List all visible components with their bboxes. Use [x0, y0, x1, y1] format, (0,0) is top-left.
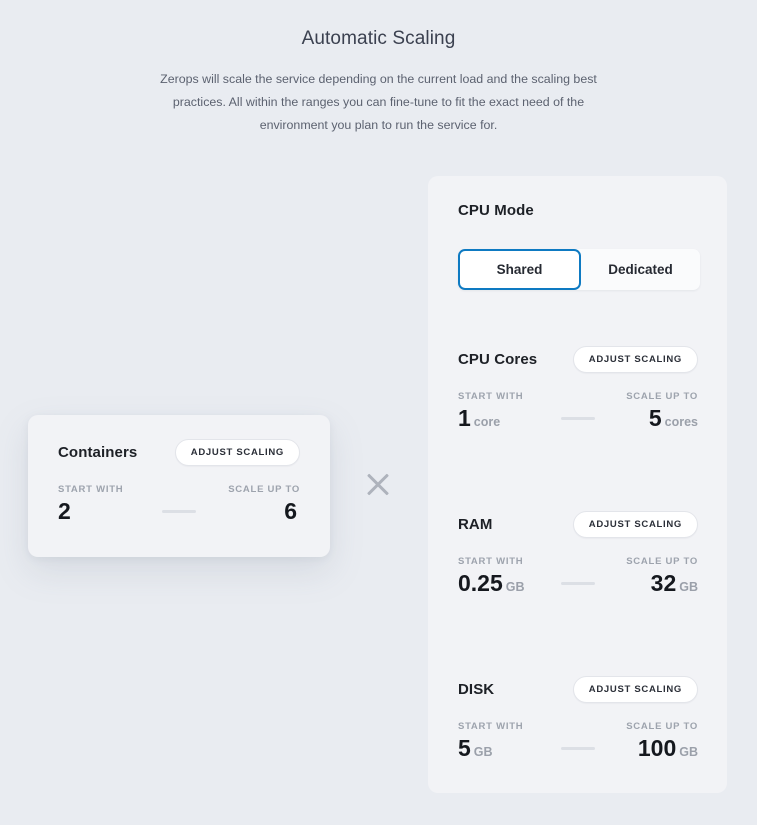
containers-range: START WITH 2 SCALE UP TO 6	[58, 484, 300, 523]
range-start-unit: core	[473, 415, 501, 429]
page-description: Zerops will scale the service depending …	[160, 72, 597, 132]
range-start-value-group: 0.25 GB	[458, 572, 525, 595]
range-end-value: 5	[648, 405, 662, 431]
range-divider	[561, 417, 595, 420]
range-end-label: SCALE UP TO	[228, 484, 300, 495]
range-start-value-group: 2	[58, 500, 123, 523]
range-start-value: 0.25	[458, 570, 503, 596]
adjust-scaling-button-cpu-cores[interactable]: ADJUST SCALING	[572, 345, 698, 373]
range-start-unit: GB	[473, 745, 493, 759]
range-start: START WITH 2	[58, 484, 123, 523]
containers-card: Containers ADJUST SCALING START WITH 2 S…	[28, 415, 330, 557]
range-end-label: SCALE UP TO	[626, 391, 698, 402]
range-end-value-group: 100 GB	[638, 737, 698, 760]
range-end: SCALE UP TO 6	[228, 484, 300, 523]
range-start-value: 2	[58, 498, 71, 524]
range-end-unit: cores	[664, 415, 698, 429]
resource-header: CPU Cores ADJUST SCALING	[458, 344, 698, 374]
adjust-scaling-button-disk[interactable]: ADJUST SCALING	[572, 675, 698, 703]
page-title: Automatic Scaling	[301, 28, 456, 49]
multiply-icon	[362, 468, 394, 500]
range-divider	[561, 747, 595, 750]
range-start-value: 1	[458, 405, 471, 431]
range-end: SCALE UP TO 5 cores	[626, 391, 698, 430]
page-header: Automatic Scaling Zerops will scale the …	[0, 28, 757, 137]
cpu-mode-option-shared[interactable]: Shared	[458, 249, 581, 290]
resource-range: START WITH 0.25 GB SCALE UP TO 32 GB	[458, 556, 698, 595]
cpu-mode-title: CPU Mode	[458, 202, 534, 219]
range-end-value-group: 5 cores	[649, 407, 698, 430]
range-start: START WITH 0.25 GB	[458, 556, 525, 595]
range-start-label: START WITH	[458, 391, 524, 402]
range-divider	[162, 510, 196, 513]
range-end-value: 32	[650, 570, 677, 596]
resource-header: RAM ADJUST SCALING	[458, 509, 698, 539]
range-end-value-group: 6	[284, 500, 300, 523]
range-start-value: 5	[458, 735, 471, 761]
resource-title: DISK	[458, 680, 495, 698]
range-end: SCALE UP TO 32 GB	[626, 556, 698, 595]
containers-title: Containers	[58, 443, 138, 461]
resource-cpu-cores: CPU Cores ADJUST SCALING START WITH 1 cor…	[458, 344, 698, 430]
range-end-unit: GB	[679, 745, 698, 759]
cpu-mode-section: CPU Mode Shared Dedicated	[428, 176, 727, 290]
adjust-scaling-button-ram[interactable]: ADJUST SCALING	[572, 510, 698, 538]
range-start-value-group: 1 core	[458, 407, 523, 430]
range-start-label: START WITH	[458, 721, 524, 732]
range-end: SCALE UP TO 100 GB	[626, 721, 698, 760]
range-end-value-group: 32 GB	[651, 572, 698, 595]
range-start-label: START WITH	[58, 484, 124, 495]
range-end-value: 6	[284, 498, 297, 524]
range-start: START WITH 5 GB	[458, 721, 523, 760]
range-start-value-group: 5 GB	[458, 737, 523, 760]
range-divider	[561, 582, 595, 585]
adjust-scaling-button-containers[interactable]: ADJUST SCALING	[174, 438, 300, 466]
range-end-label: SCALE UP TO	[626, 721, 698, 732]
resource-ram: RAM ADJUST SCALING START WITH 0.25 GB SCA…	[458, 509, 698, 595]
range-start-label: START WITH	[458, 556, 524, 567]
resource-range: START WITH 1 core SCALE UP TO 5 cores	[458, 391, 698, 430]
range-end-value: 100	[637, 735, 677, 761]
range-start-unit: GB	[505, 580, 525, 594]
resource-header: Containers ADJUST SCALING	[58, 437, 300, 467]
range-end-label: SCALE UP TO	[626, 556, 698, 567]
resource-disk: DISK ADJUST SCALING START WITH 5 GB SCALE…	[458, 674, 698, 760]
resource-range: START WITH 5 GB SCALE UP TO 100 GB	[458, 721, 698, 760]
range-end-unit: GB	[679, 580, 698, 594]
resource-title: RAM	[458, 515, 493, 533]
resource-title: CPU Cores	[458, 350, 538, 368]
resource-header: DISK ADJUST SCALING	[458, 674, 698, 704]
range-start: START WITH 1 core	[458, 391, 523, 430]
cpu-mode-option-dedicated[interactable]: Dedicated	[581, 249, 700, 290]
cpu-mode-toggle-group: Shared Dedicated	[458, 249, 700, 290]
